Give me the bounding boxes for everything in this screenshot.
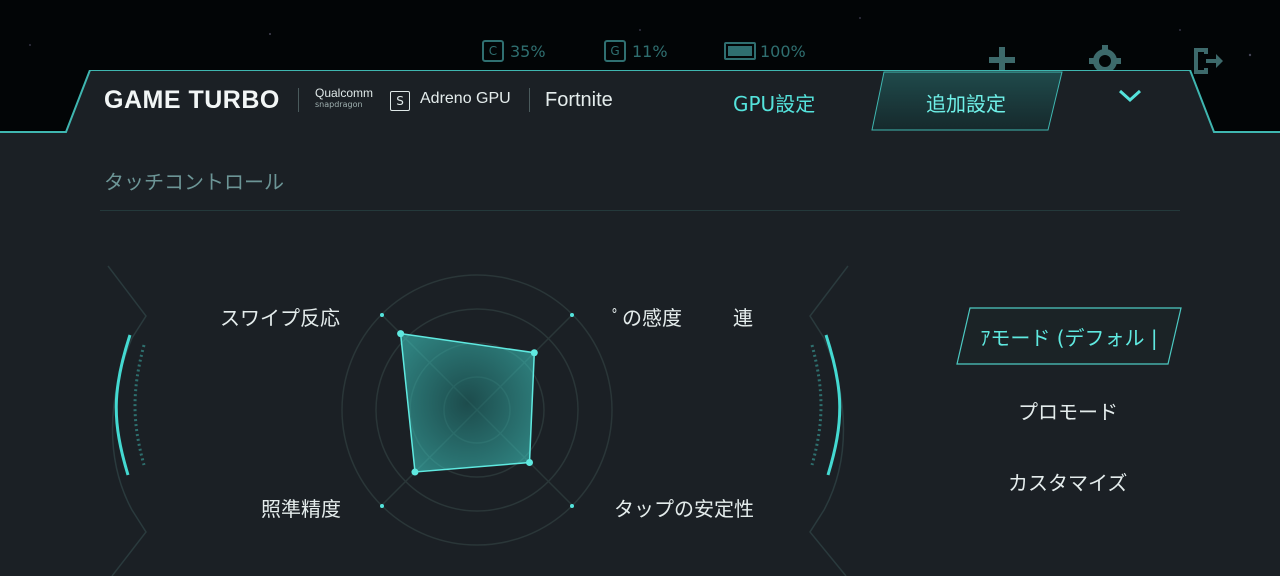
tab-gpu-settings[interactable]: GPU設定 — [733, 88, 815, 117]
app-brand-title: GAME TURBO — [104, 86, 280, 114]
label-aim-accuracy: 照準精度 — [261, 497, 341, 521]
section-title: タッチコントロール — [104, 170, 284, 194]
label-sensitivity: ﾟの感度 — [612, 306, 682, 330]
chevron-down-icon[interactable] — [1117, 86, 1143, 111]
cpu-icon: C — [482, 40, 504, 62]
cpu-value: 35% — [510, 41, 546, 61]
label-tap-stability: タップの安定性 — [614, 497, 754, 521]
cpu-usage: C 35% — [482, 38, 546, 64]
game-name: Fortnite — [545, 89, 613, 111]
snapdragon-icon: S — [390, 91, 410, 111]
gpu-icon: G — [604, 40, 626, 62]
tab-additional-settings[interactable]: 追加設定 — [926, 88, 1006, 117]
gpu-name: Adreno GPU — [420, 90, 511, 107]
battery-value: 100% — [760, 41, 806, 61]
label-continuous: 連 — [733, 306, 753, 330]
label-swipe-response: スワイプ反応 — [220, 306, 340, 330]
battery-status: 100% — [724, 38, 806, 64]
header-divider — [298, 88, 299, 112]
qualcomm-logo: Qualcomm snapdragon — [315, 86, 374, 109]
battery-icon — [724, 42, 756, 60]
gpu-usage: G 11% — [604, 38, 668, 64]
gpu-value: 11% — [632, 41, 668, 61]
mode-option-custom[interactable]: カスタマイズ — [1008, 467, 1127, 496]
mode-option-pro[interactable]: プロモード — [1018, 396, 1118, 425]
header-divider — [529, 88, 530, 112]
mode-option-default-label: ｱモード (デフォル | — [980, 326, 1158, 350]
section-divider — [100, 210, 1180, 211]
